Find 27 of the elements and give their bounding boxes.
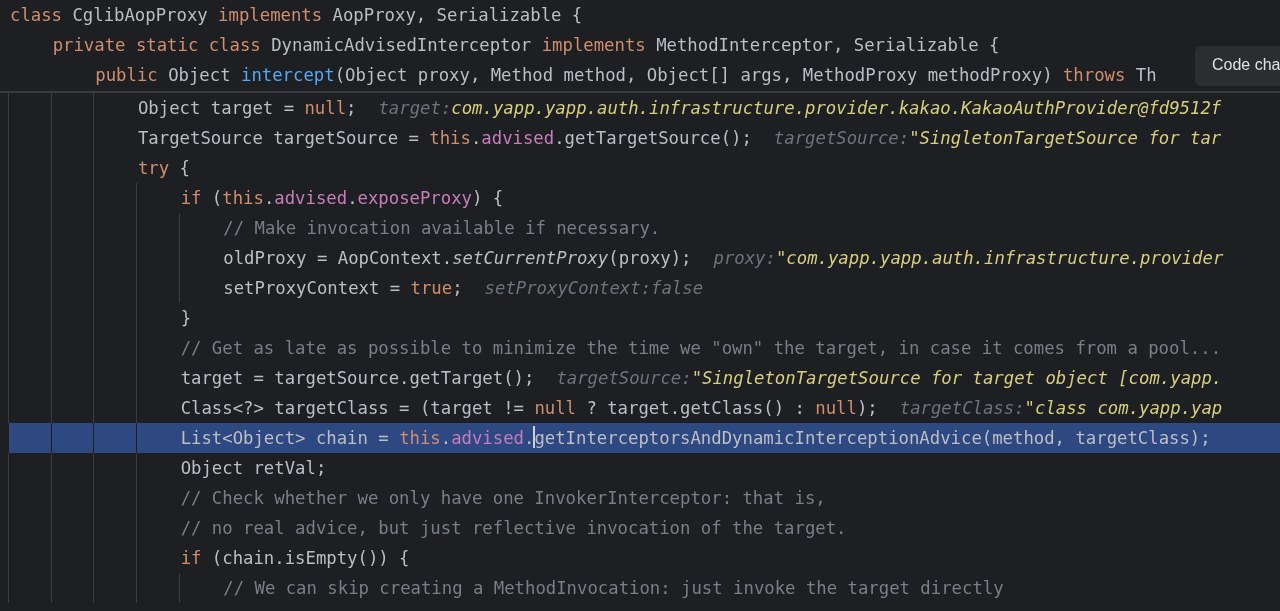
inline-value-hint: targetSource:"SingletonTargetSource for target object [com.yapp. xyxy=(556,368,1223,388)
tooltip: Code cha xyxy=(1195,46,1280,86)
sticky-code-line: public Object intercept(Object proxy, Method method, Object[] args, MethodProxy methodProxy) throws Th xyxy=(94,65,1157,85)
code-line: // no real advice, but just reflective invocation of the target. xyxy=(179,518,847,538)
code-line: oldProxy = AopContext.setCurrentProxy(proxy); xyxy=(222,248,692,268)
code-line: Class<?> targetClass = (target != null ? target.getClass() : null); xyxy=(179,398,878,418)
inline-value-hint: targetSource:"SingletonTargetSource for tar xyxy=(773,128,1222,148)
code-line: // Make invocation available if necessary. xyxy=(222,218,661,238)
code-line: TargetSource targetSource = this.advised.getTargetSource(); xyxy=(136,128,752,148)
inline-value-hint: target:com.yapp.yapp.auth.infrastructure.provider.kakao.KakaoAuthProvider@fd9512f xyxy=(378,98,1222,118)
code-line: setProxyContext = true; xyxy=(222,278,463,298)
code-line: if (chain.isEmpty()) { xyxy=(179,548,410,568)
code-line: target = targetSource.getTarget(); xyxy=(179,368,535,388)
sticky-code-line: class CglibAopProxy implements AopProxy, Serializable { xyxy=(9,5,583,25)
code-line: // We can skip creating a MethodInvocation: just invoke the target directly xyxy=(222,578,1004,598)
sticky-code-line: private static class DynamicAdvisedInterceptor implements MethodInterceptor, Serializable { xyxy=(51,35,1000,55)
code-line: Object retVal; xyxy=(179,458,327,478)
code-line: try { xyxy=(136,158,190,178)
code-line: Object target = null; xyxy=(136,98,357,118)
code-line: // Check whether we only have one InvokerInterceptor: that is, xyxy=(179,488,826,508)
code-line: if (this.advised.exposeProxy) { xyxy=(179,188,504,208)
code-line: List<Object> chain = this.advised.getInterceptorsAndDynamicInterceptionAdvice(method, targetClass); xyxy=(179,428,1211,448)
code-line: } xyxy=(179,308,192,328)
inline-value-hint: proxy:"com.yapp.yapp.auth.infrastructure.provider xyxy=(713,248,1224,268)
inline-value-hint: setProxyContext:false xyxy=(484,278,704,298)
code-line: // Get as late as possible to minimize the time we "own" the target, in case it comes from a pool... xyxy=(179,338,1222,358)
inline-value-hint: targetClass:"class com.yapp.yap xyxy=(899,398,1223,418)
